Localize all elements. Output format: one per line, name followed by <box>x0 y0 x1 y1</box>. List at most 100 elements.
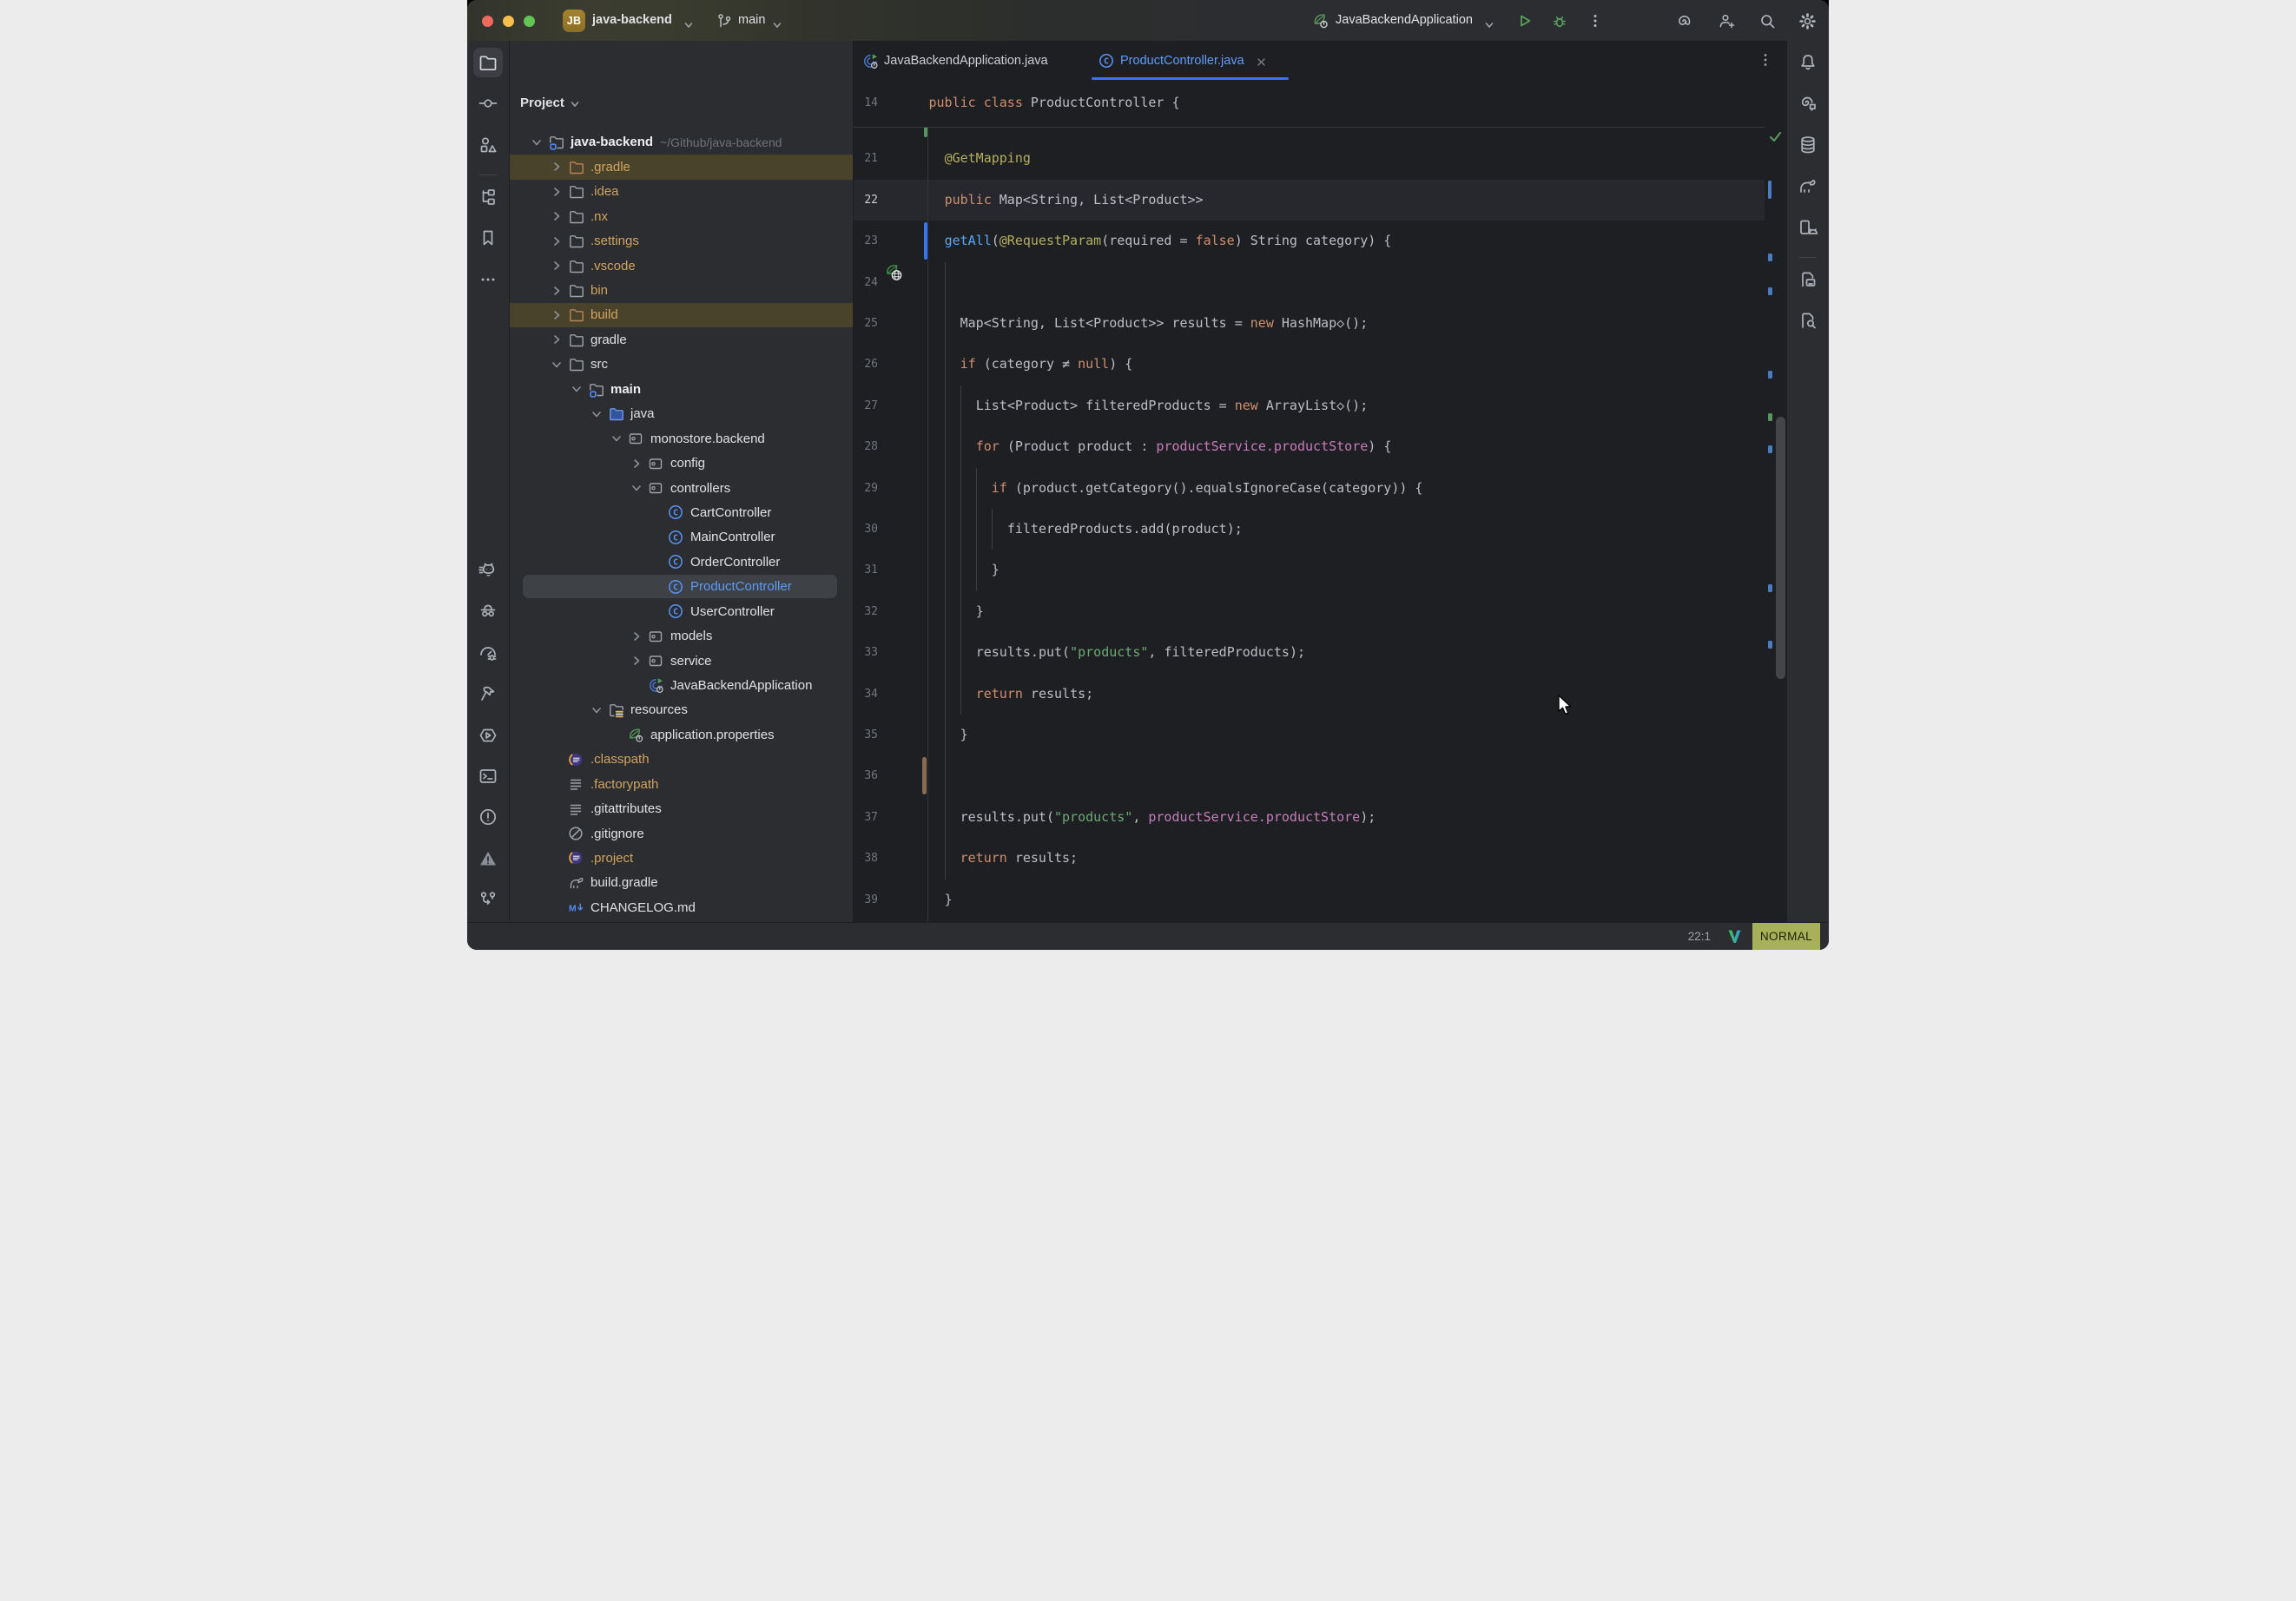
line-number[interactable]: 27 <box>854 385 878 426</box>
inspections-ok-icon[interactable] <box>1768 129 1783 144</box>
tree-item-ordercontroller[interactable]: COrderController <box>510 550 853 574</box>
ai-assistant-button[interactable] <box>1790 84 1826 122</box>
line-number[interactable]: 30 <box>854 509 878 550</box>
shapes-button[interactable] <box>470 126 506 164</box>
line-number[interactable]: 36 <box>854 755 878 796</box>
settings-icon[interactable] <box>1798 12 1816 30</box>
gradle-button[interactable] <box>1790 167 1826 205</box>
tree-item-productcontroller[interactable]: CProductController <box>510 575 853 599</box>
code-line-23[interactable]: getAll(@RequestParam(required = false) S… <box>929 221 1392 261</box>
profiler-button[interactable] <box>470 634 506 672</box>
structure-button[interactable] <box>470 178 506 216</box>
code-line-21[interactable]: @GetMapping <box>929 138 1031 179</box>
chevron-right-icon[interactable] <box>630 457 648 470</box>
line-number[interactable]: 39 <box>854 880 878 920</box>
git-button[interactable] <box>470 880 506 919</box>
run-configuration-selector[interactable]: JavaBackendApplication <box>1336 0 1473 41</box>
tree-item-controllers[interactable]: controllers <box>510 476 853 500</box>
bookmarks-button[interactable] <box>470 219 506 257</box>
code-line-37[interactable]: results.put("products", productService.p… <box>929 797 1376 838</box>
chevron-down-icon[interactable] <box>610 432 628 445</box>
line-number[interactable]: 32 <box>854 591 878 632</box>
notifications-button[interactable] <box>1790 43 1826 82</box>
vcs-modified-marker[interactable] <box>924 222 927 260</box>
tree-item-monostore-backend[interactable]: monostore.backend <box>510 426 853 451</box>
more-button[interactable] <box>470 260 506 299</box>
commit-button[interactable] <box>470 84 506 122</box>
warnings-button[interactable] <box>470 840 506 878</box>
inspection-stripe[interactable] <box>1765 80 1787 923</box>
chevron-right-icon[interactable] <box>551 333 568 346</box>
code-line-33[interactable]: results.put("products", filteredProducts… <box>929 632 1306 673</box>
sticky-line[interactable]: 14public class ProductController { <box>854 80 1765 128</box>
line-number[interactable]: 25 <box>854 303 878 344</box>
line-number[interactable]: 24 <box>854 262 878 303</box>
code-line-31[interactable]: } <box>929 550 1000 590</box>
tree-item-config[interactable]: config <box>510 451 853 475</box>
code-line-22[interactable]: public Map<String, List<Product>> <box>929 180 1204 221</box>
tree-item-service[interactable]: service <box>510 649 853 673</box>
code-line-28[interactable]: for (Product product : productService.pr… <box>929 426 1392 467</box>
editor-scrollbar[interactable] <box>1776 417 1785 679</box>
tree-item-main[interactable]: main <box>510 377 853 401</box>
code-line-29[interactable]: if (product.getCategory().equalsIgnoreCa… <box>929 468 1423 509</box>
tree-item-cartcontroller[interactable]: CCartController <box>510 500 853 524</box>
tree-item--vscode[interactable]: .vscode <box>510 254 853 278</box>
line-number[interactable]: 29 <box>854 468 878 509</box>
code-line-34[interactable]: return results; <box>929 674 1094 715</box>
code-line-35[interactable]: } <box>929 715 968 755</box>
line-number[interactable]: 26 <box>854 344 878 385</box>
tree-item-application-properties[interactable]: application.properties <box>510 722 853 747</box>
code-viewport[interactable]: 21@GetMapping22public Map<String, List<P… <box>854 41 1765 923</box>
line-number[interactable]: 22 <box>854 180 878 221</box>
copilot-button[interactable] <box>470 551 506 590</box>
tree-item-java[interactable]: java <box>510 402 853 426</box>
problems-button[interactable] <box>470 798 506 836</box>
line-number[interactable]: 28 <box>854 426 878 467</box>
vim-plugin-icon[interactable] <box>1726 928 1743 945</box>
line-number[interactable]: 33 <box>854 632 878 673</box>
line-number[interactable]: 34 <box>854 674 878 715</box>
services-button[interactable] <box>470 716 506 754</box>
database-button[interactable] <box>1790 126 1826 164</box>
line-number[interactable]: 35 <box>854 715 878 755</box>
debug-button[interactable] <box>1551 12 1568 30</box>
more-actions-button[interactable] <box>1587 12 1604 30</box>
close-button[interactable] <box>482 16 493 27</box>
code-line-39[interactable]: } <box>929 880 953 920</box>
line-number[interactable]: 31 <box>854 550 878 590</box>
chevron-down-icon[interactable] <box>590 703 608 716</box>
run-button[interactable] <box>1516 12 1534 30</box>
tree-item-javabackendapplication[interactable]: JavaBackendApplication <box>510 673 853 697</box>
chevron-right-icon[interactable] <box>551 161 568 174</box>
code-line-14[interactable]: public class ProductController { <box>929 82 1180 123</box>
chevron-down-icon[interactable] <box>551 358 568 371</box>
vcs-whitespace-marker[interactable] <box>922 757 927 794</box>
tree-item--project[interactable]: .project <box>510 846 853 870</box>
chevron-down-icon[interactable] <box>571 383 588 396</box>
vcs-added-marker[interactable] <box>924 127 927 137</box>
line-number[interactable]: 37 <box>854 797 878 838</box>
tree-item--gitignore[interactable]: .gitignore <box>510 821 853 846</box>
tree-item-models[interactable]: models <box>510 623 853 648</box>
tree-item--idea[interactable]: .idea <box>510 180 853 204</box>
find-button[interactable] <box>1790 301 1826 339</box>
chevron-right-icon[interactable] <box>551 234 568 247</box>
tree-item--classpath[interactable]: .classpath <box>510 748 853 772</box>
chevron-right-icon[interactable] <box>630 629 648 642</box>
tree-item-build-gradle[interactable]: build.gradle <box>510 871 853 895</box>
tree-item-usercontroller[interactable]: CUserController <box>510 599 853 623</box>
minimize-button[interactable] <box>503 16 514 27</box>
code-line-32[interactable]: } <box>929 591 984 632</box>
branch-selector[interactable]: main <box>738 0 765 41</box>
vim-mode-badge[interactable]: NORMAL <box>1752 923 1820 950</box>
tree-item-java-backend[interactable]: java-backend~/Github/java-backend <box>510 130 853 155</box>
incognito-button[interactable] <box>470 592 506 630</box>
chevron-right-icon[interactable] <box>551 185 568 198</box>
code-line-25[interactable]: Map<String, List<Product>> results = new… <box>929 303 1369 344</box>
tree-item--gitattributes[interactable]: .gitattributes <box>510 796 853 820</box>
project-button[interactable] <box>473 48 503 77</box>
code-with-me-button[interactable] <box>1718 12 1735 30</box>
line-number[interactable]: 23 <box>854 221 878 261</box>
code-line-27[interactable]: List<Product> filteredProducts = new Arr… <box>929 385 1369 426</box>
